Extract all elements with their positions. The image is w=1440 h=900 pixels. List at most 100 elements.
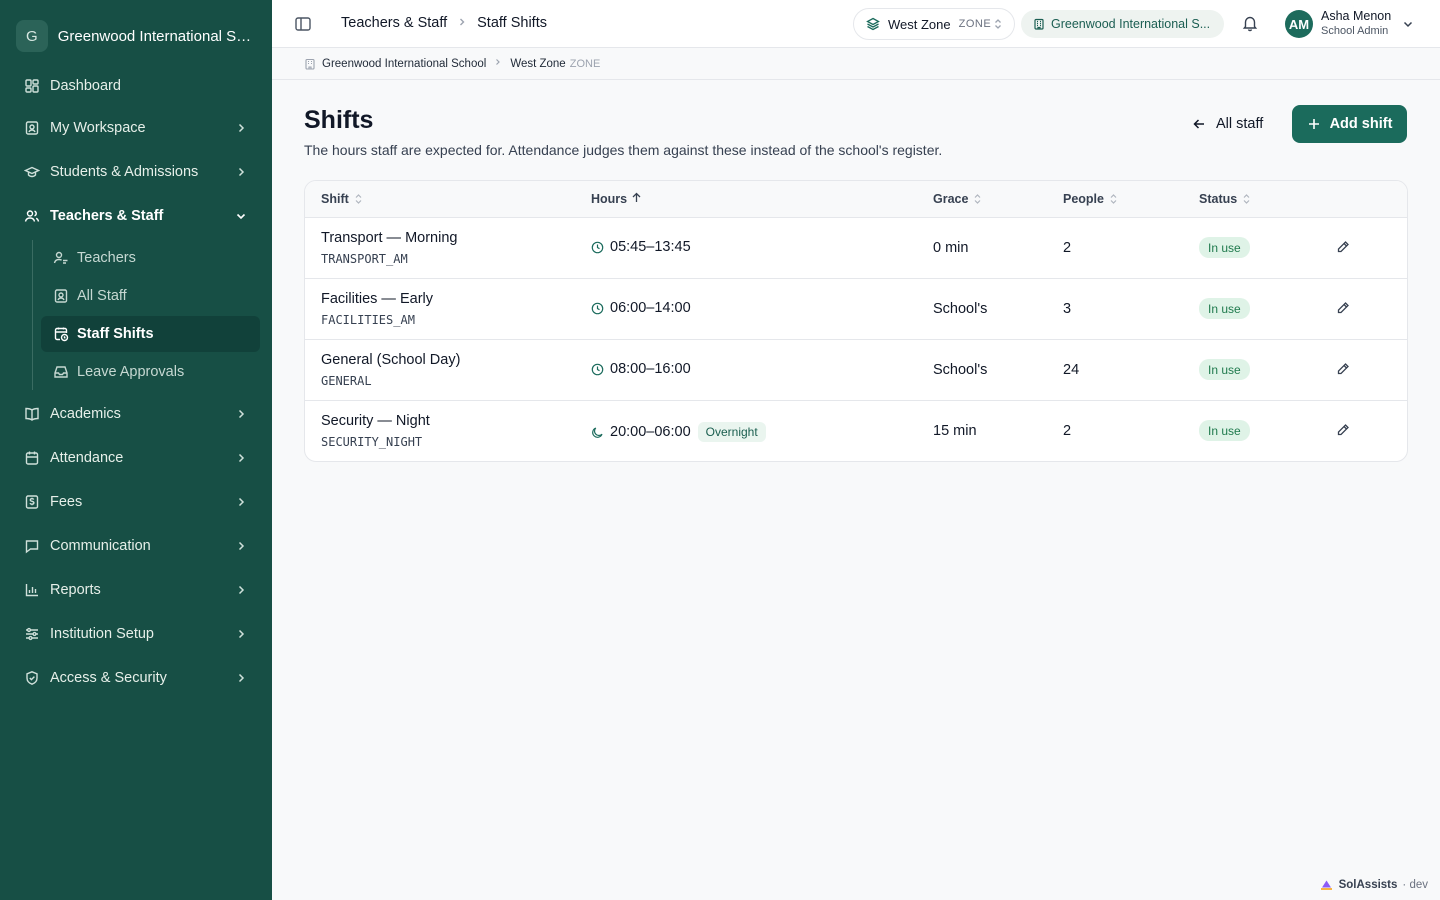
column-header-grace[interactable]: Grace	[933, 192, 981, 206]
overnight-badge: Overnight	[697, 422, 766, 442]
shift-name: Transport — Morning	[321, 230, 458, 246]
column-header-status[interactable]: Status	[1199, 192, 1250, 206]
layers-icon	[866, 17, 880, 31]
status-badge: In use	[1199, 420, 1250, 441]
chevron-right-icon	[234, 583, 248, 597]
breadcrumb-parent[interactable]: Teachers & Staff	[341, 15, 447, 31]
table-header: Shift Hours Grace People Status	[305, 181, 1407, 218]
pencil-icon[interactable]	[1336, 362, 1352, 378]
shift-grace: School's	[933, 362, 988, 378]
add-shift-button[interactable]: Add shift	[1292, 105, 1407, 143]
context-breadcrumb: Greenwood International School West Zone…	[272, 48, 1440, 80]
chevron-right-icon	[234, 627, 248, 641]
pencil-icon[interactable]	[1336, 423, 1352, 439]
sidebar-subitem-label: Teachers	[77, 250, 136, 266]
sidebar-item-label: My Workspace	[50, 120, 146, 136]
dashboard-icon	[24, 78, 40, 94]
chevron-right-icon	[234, 451, 248, 465]
column-header-shift[interactable]: Shift	[321, 192, 362, 206]
shift-hours-text: 05:45–13:45	[610, 239, 691, 255]
sidebar-subitem-teachers[interactable]: Teachers	[41, 240, 260, 276]
sidebar-item-label: Fees	[50, 494, 83, 510]
sidebar-item-institution-setup[interactable]: Institution Setup	[12, 616, 260, 652]
sidebar-item-label: Students & Admissions	[50, 164, 199, 180]
chevron-right-icon	[234, 407, 248, 421]
shift-grace: School's	[933, 301, 988, 317]
chevron-right-icon	[494, 58, 502, 69]
chevron-right-icon	[234, 539, 248, 553]
org-name: Greenwood International Sc...	[57, 27, 256, 45]
sidebar-item-dashboard[interactable]: Dashboard	[12, 68, 260, 104]
sidebar-toggle-icon[interactable]	[294, 15, 312, 33]
clock-icon	[591, 241, 604, 254]
sidebar-subitem-staff-shifts[interactable]: Staff Shifts	[41, 316, 260, 352]
chevron-right-icon	[457, 16, 467, 30]
sort-icon	[974, 193, 981, 205]
table-row[interactable]: Security — Night SECURITY_NIGHT 20:00–06…	[305, 401, 1407, 461]
avatar[interactable]: AM	[1285, 10, 1313, 38]
sidebar-subitem-label: Leave Approvals	[77, 364, 185, 380]
status-badge: In use	[1199, 237, 1250, 258]
users-icon	[24, 208, 40, 224]
shift-code: TRANSPORT_AM	[321, 252, 408, 266]
building-icon	[1033, 18, 1045, 30]
sidebar-item-students-admissions[interactable]: Students & Admissions	[12, 154, 260, 190]
column-header-label: Hours	[591, 192, 628, 206]
bell-icon[interactable]	[1241, 14, 1259, 32]
chevron-right-icon	[234, 671, 248, 685]
shift-name: Security — Night	[321, 413, 430, 429]
zone-name: West Zone	[888, 16, 951, 32]
table-row[interactable]: Transport — Morning TRANSPORT_AM 05:45–1…	[305, 218, 1407, 279]
sidebar-item-label: Reports	[50, 582, 101, 598]
pencil-icon[interactable]	[1336, 301, 1352, 317]
pencil-icon[interactable]	[1336, 240, 1352, 256]
sidebar-item-fees[interactable]: Fees	[12, 484, 260, 520]
sidebar-item-reports[interactable]: Reports	[12, 572, 260, 608]
sidebar-item-attendance[interactable]: Attendance	[12, 440, 260, 476]
school-selector[interactable]: Greenwood International S...	[1021, 10, 1224, 38]
shifts-table: Shift Hours Grace People Status Transpor…	[304, 180, 1408, 462]
sort-icon	[1110, 193, 1117, 205]
submenu-line	[32, 240, 33, 390]
sidebar-subitem-all-staff[interactable]: All Staff	[41, 278, 260, 314]
all-staff-label: All staff	[1216, 116, 1264, 132]
shift-grace: 15 min	[933, 423, 977, 439]
graduation-cap-icon	[24, 164, 40, 180]
context-school[interactable]: Greenwood International School	[322, 58, 486, 70]
sidebar-item-access-security[interactable]: Access & Security	[12, 660, 260, 696]
shift-hours: 20:00–06:00 Overnight	[591, 422, 766, 442]
shift-hours-text: 20:00–06:00	[610, 424, 691, 440]
sidebar-item-my-workspace[interactable]: My Workspace	[12, 110, 260, 146]
sidebar-item-label: Attendance	[50, 450, 124, 466]
breadcrumb: Teachers & Staff Staff Shifts	[341, 15, 547, 31]
sparkle-icon	[1320, 878, 1333, 891]
column-header-hours[interactable]: Hours	[591, 192, 641, 206]
sidebar-item-label: Academics	[50, 406, 121, 422]
sidebar-item-label: Dashboard	[50, 78, 121, 94]
shift-hours: 05:45–13:45	[591, 239, 691, 255]
sidebar-item-academics[interactable]: Academics	[12, 396, 260, 432]
sidebar-item-label: Access & Security	[50, 670, 167, 686]
shift-people: 2	[1063, 240, 1072, 256]
book-icon	[24, 406, 40, 422]
user-name[interactable]: Asha Menon	[1321, 9, 1391, 23]
sidebar-item-teachers-staff[interactable]: Teachers & Staff	[12, 198, 260, 234]
badge-icon	[53, 288, 69, 304]
org-switcher[interactable]: G Greenwood International Sc...	[0, 0, 272, 72]
column-header-people[interactable]: People	[1063, 192, 1117, 206]
chevron-down-icon[interactable]	[1402, 17, 1414, 29]
column-header-label: Shift	[321, 192, 349, 206]
sidebar-item-communication[interactable]: Communication	[12, 528, 260, 564]
moon-icon	[591, 426, 604, 439]
topbar: Teachers & Staff Staff Shifts West Zone …	[272, 0, 1440, 48]
table-row[interactable]: Facilities — Early FACILITIES_AM 06:00–1…	[305, 279, 1407, 340]
chevron-right-icon	[234, 165, 248, 179]
all-staff-button[interactable]: All staff	[1182, 108, 1273, 140]
arrow-up-icon	[632, 192, 641, 206]
table-row[interactable]: General (School Day) GENERAL 08:00–16:00…	[305, 340, 1407, 401]
sidebar-subitem-leave-approvals[interactable]: Leave Approvals	[41, 354, 260, 390]
column-header-label: People	[1063, 192, 1104, 206]
chevron-right-icon	[234, 495, 248, 509]
zone-selector[interactable]: West Zone ZONE	[853, 8, 1015, 40]
column-header-label: Grace	[933, 192, 969, 206]
